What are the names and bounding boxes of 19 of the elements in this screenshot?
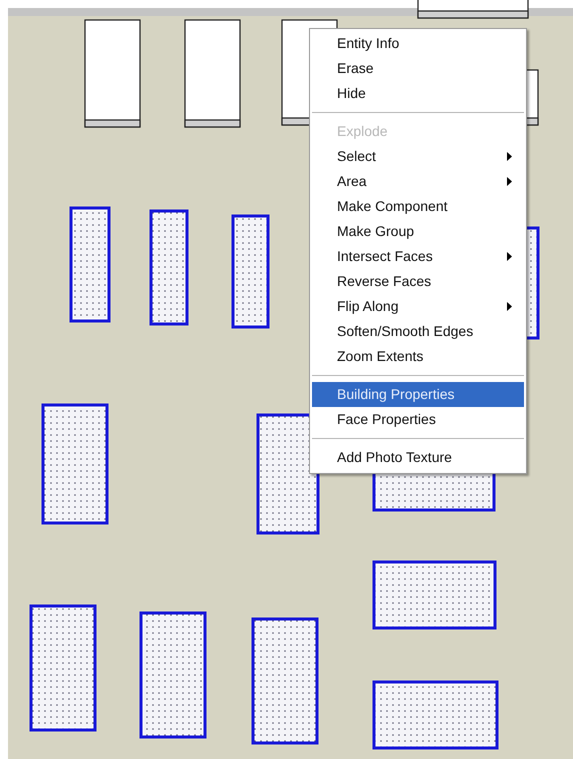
menu-item[interactable]: Make Component — [312, 194, 524, 219]
menu-item[interactable]: Add Photo Texture — [312, 445, 524, 470]
submenu-arrow-icon — [507, 152, 512, 161]
submenu-arrow-icon — [507, 252, 512, 261]
menu-item[interactable]: Area — [312, 169, 524, 194]
menu-item[interactable]: Erase — [312, 56, 524, 81]
menu-item[interactable]: Intersect Faces — [312, 244, 524, 269]
menu-item[interactable]: Soften/Smooth Edges — [312, 319, 524, 344]
menu-item[interactable]: Select — [312, 144, 524, 169]
menu-item[interactable]: Reverse Faces — [312, 269, 524, 294]
menu-item[interactable]: Building Properties — [312, 382, 524, 407]
menu-item[interactable]: Face Properties — [312, 407, 524, 432]
menu-item[interactable]: Make Group — [312, 219, 524, 244]
submenu-arrow-icon — [507, 302, 512, 311]
submenu-arrow-icon — [507, 177, 512, 186]
menu-item[interactable]: Entity Info — [312, 31, 524, 56]
menu-item[interactable]: Zoom Extents — [312, 344, 524, 369]
menu-item[interactable]: Hide — [312, 81, 524, 106]
menu-item[interactable]: Flip Along — [312, 294, 524, 319]
